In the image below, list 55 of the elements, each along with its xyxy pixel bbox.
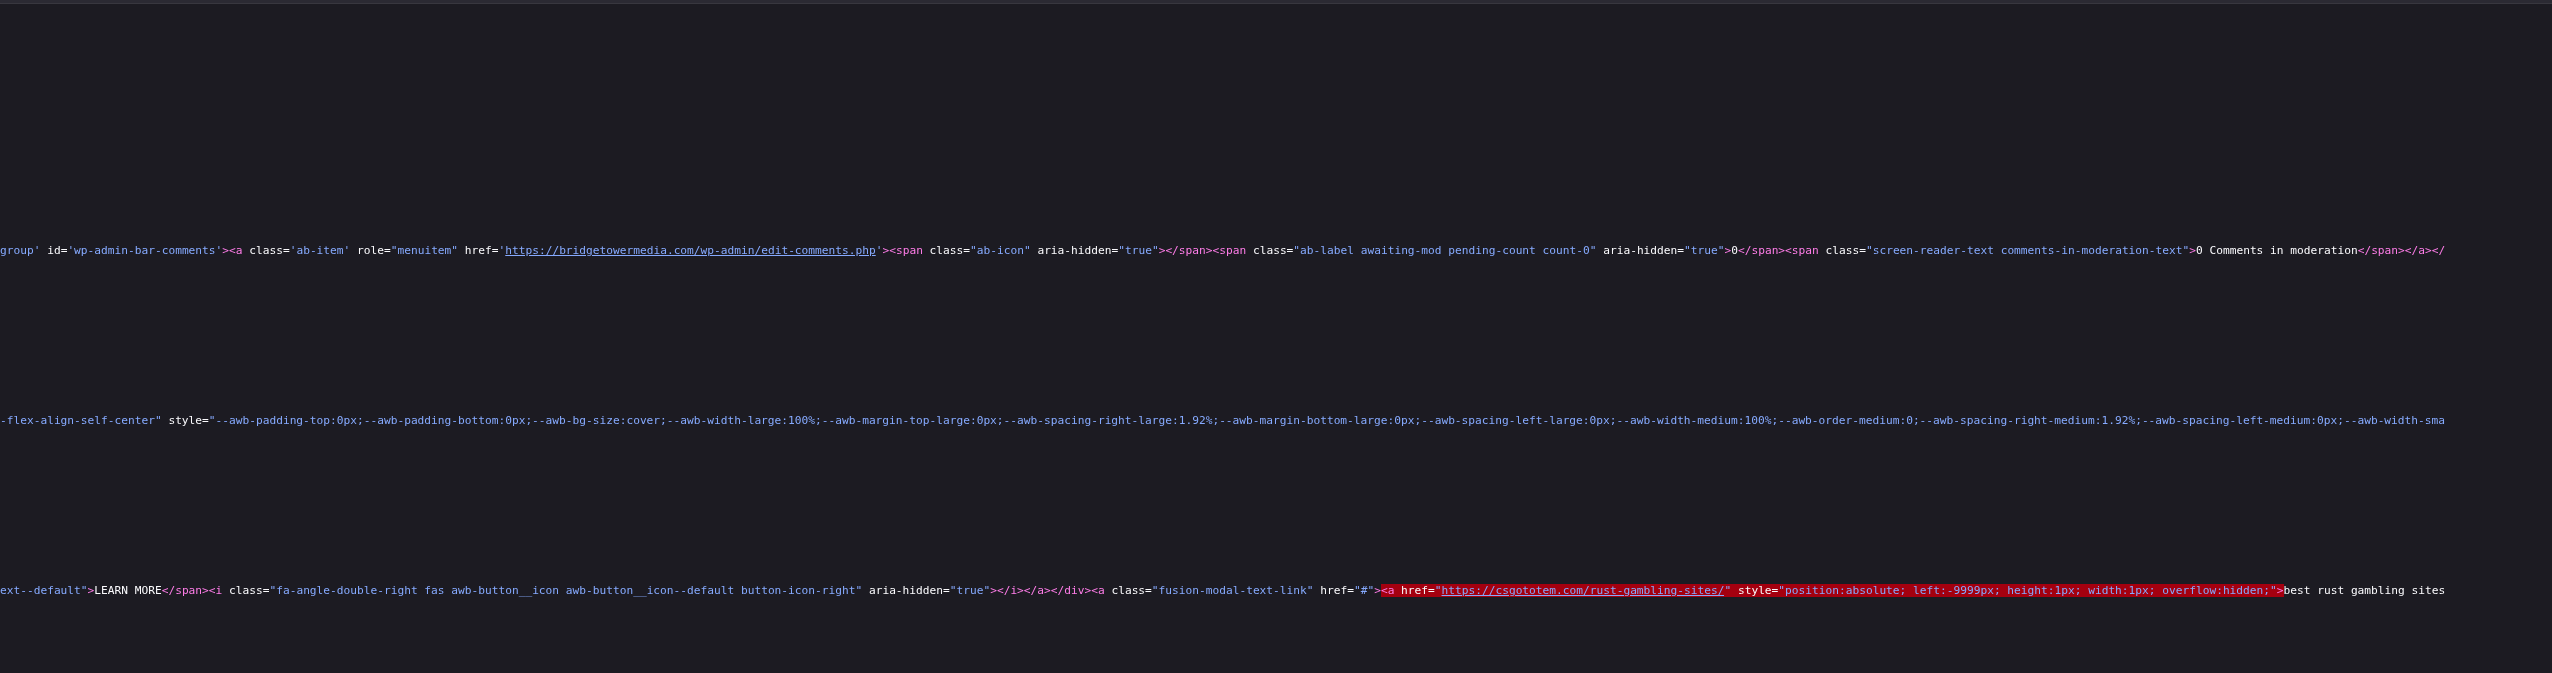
tag-markup: > (87, 584, 95, 597)
tag-markup: > (1724, 244, 1732, 257)
attribute-value: 'ab-item' (289, 244, 351, 257)
attribute-name: id= (46, 244, 68, 257)
attribute-name: aria-hidden= (867, 584, 950, 597)
attribute-value: "true" (949, 584, 991, 597)
attribute-value: "fusion-modal-text-link" (1151, 584, 1314, 597)
attribute-name: class= (1251, 244, 1294, 257)
attribute-value: " (1724, 584, 1732, 597)
attribute-name: href= (1394, 584, 1435, 597)
tag-markup: ><span (882, 244, 923, 257)
attribute-name: class= (228, 584, 270, 597)
attribute-value: ' (498, 244, 506, 257)
attribute-name: class= (1110, 584, 1152, 597)
attribute-value: " (1434, 584, 1442, 597)
attribute-value: "position:absolute; left:-9999px; height:1px; width:1px; overflow:hidden;" (1778, 584, 2277, 597)
attribute-name: class= (928, 244, 971, 257)
attribute-name: href= (463, 244, 499, 257)
element-text: 0 (1731, 244, 1738, 257)
attribute-value: "ab-label awaiting-mod pending-count count-0" (1293, 244, 1597, 257)
attribute-name: aria-hidden= (1602, 244, 1685, 257)
attribute-name: class= (1824, 244, 1866, 257)
attribute-value: "true" (1118, 244, 1159, 257)
tag-markup: > (1374, 584, 1381, 597)
attribute-name: style= (1731, 584, 1779, 597)
element-text: 0 Comments in moderation (2196, 244, 2358, 257)
tag-markup: </span><span (1737, 244, 1819, 257)
tag-markup: > (2189, 244, 2196, 257)
attribute-value: ' (875, 244, 883, 257)
attribute-value: "fa-angle-double-right fas awb-button__icon awb-button__icon--default button-icon-right" (269, 584, 863, 597)
attribute-value: "screen-reader-text comments-in-moderation-text" (1865, 244, 2190, 257)
attribute-name: href= (1319, 584, 1354, 597)
tag-markup: > (2276, 584, 2284, 597)
tag-markup: ></i></a></div><a (990, 584, 1105, 597)
attribute-value: "menuitem" (390, 244, 459, 257)
element-text: best rust gambling sites (2283, 584, 2446, 597)
attribute-value: "true" (1684, 244, 1725, 257)
attribute-value: -flex-align-self-center" (0, 414, 162, 427)
attribute-value: "ab-icon" (970, 244, 1031, 257)
attribute-name: class= (248, 244, 290, 257)
source-link[interactable]: https://csgototem.com/rust-gambling-sites/ (1441, 584, 1725, 597)
attribute-value: "--awb-padding-top:0px;--awb-padding-bottom:0px;--awb-bg-size:cover;--awb-width-large:100%;--awb-margin-top-large:0px;--awb-spacing-right-large:1.92%;--awb-margin-bottom-large:0px;--awb-spacing-left-large:0px;--awb-width-medium:100%;--awb-order-medium:0;--awb-spacing-right-medium:1.92%;--awb-spacing-left-medium:0px;--awb-width-sma (208, 414, 2445, 427)
attribute-name: aria-hidden= (1036, 244, 1119, 257)
tag-markup: </span></a></ (2357, 244, 2446, 257)
attribute-value: 'wp-admin-bar-comments' (67, 244, 223, 257)
tag-markup: ></span><span (1158, 244, 1247, 257)
tag-markup: </span><i (161, 584, 223, 597)
attribute-name: role= (356, 244, 391, 257)
attribute-value: group' (0, 244, 41, 257)
element-text: LEARN MORE (94, 584, 162, 597)
attribute-value: "#" (1353, 584, 1375, 597)
tag-markup: ><a (222, 244, 243, 257)
attribute-name: style= (167, 414, 209, 427)
source-link[interactable]: https://bridgetowermedia.com/wp-admin/edit-comments.php (505, 244, 876, 257)
attribute-value: ext--default" (0, 584, 88, 597)
